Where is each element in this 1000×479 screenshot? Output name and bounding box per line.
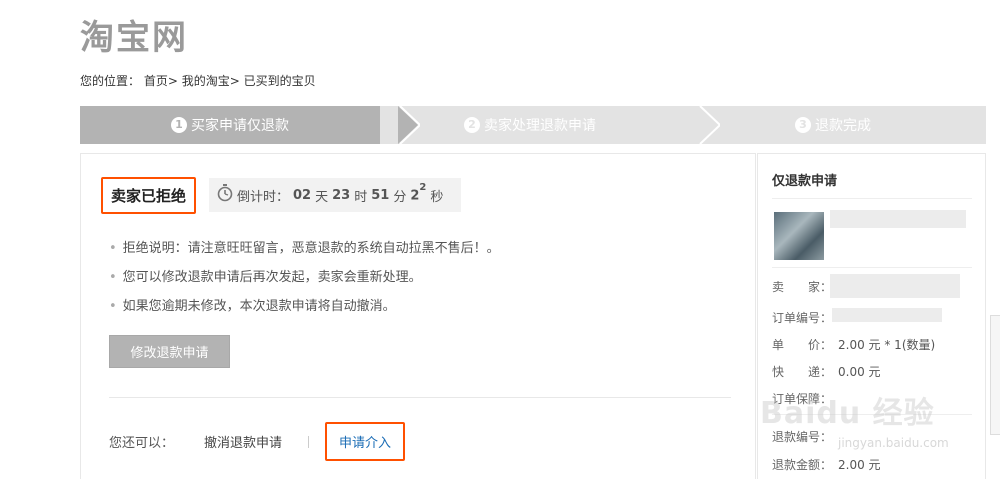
seller-name-redacted[interactable] [830, 274, 960, 298]
cancel-refund-link[interactable]: 撤消退款申请 [204, 432, 282, 451]
refund-amount-label: 退款金额： [772, 458, 833, 472]
divider [772, 267, 972, 268]
price-row: 单 价： 2.00 元 * 1(数量) [772, 336, 935, 353]
refund-status-panel: 卖家已拒绝 倒计时： 02天 23时 51分 22秒 拒绝说明：请注意旺旺留言，… [80, 153, 756, 479]
baidu-watermark-url: jingyan.baidu.com [838, 436, 949, 450]
step-label-3: 退款完成 [815, 118, 871, 134]
stopwatch-icon [217, 184, 233, 206]
modify-refund-button[interactable]: 修改退款申请 [109, 335, 230, 368]
side-tab-partial[interactable] [990, 315, 1000, 435]
breadcrumb-sep: > [229, 74, 244, 88]
note-modify-hint: 您可以修改退款申请后再次发起，卖家会重新处理。 [109, 263, 500, 292]
note-expiry-hint: 如果您逾期未修改，本次退款申请将自动撤消。 [109, 292, 500, 321]
breadcrumb-sep: > [167, 74, 182, 88]
minutes-unit: 分 [393, 189, 407, 205]
request-intervention-link[interactable]: 申请介入 [325, 422, 406, 461]
days-unit: 天 [315, 189, 329, 205]
actions-label: 您还可以： [109, 436, 175, 451]
refund-no-label: 退款编号： [772, 430, 833, 444]
note-reject-reason: 拒绝说明：请注意旺旺留言，恶意退款的系统自动拉黑不售后！。 [109, 234, 500, 263]
breadcrumb-my-taobao[interactable]: 我的淘宝 [182, 74, 230, 88]
breadcrumb-home[interactable]: 首页 [144, 74, 168, 88]
shipping-label: 快 递： [772, 365, 833, 379]
step-request-refund: 1 买家申请仅退款 [80, 106, 420, 144]
shipping-value: 0.00 元 [838, 365, 881, 379]
price-value: 2.00 元 * 1(数量) [838, 338, 936, 352]
hours-unit: 时 [354, 189, 368, 205]
step-seller-processing: 2 卖家处理退款申请 [380, 106, 720, 144]
order-no-redacted [832, 308, 942, 322]
step-refund-complete: 3 退款完成 [680, 106, 986, 144]
divider [109, 397, 731, 398]
shipping-row: 快 递： 0.00 元 [772, 363, 881, 380]
breadcrumb: 您的位置： 首页> 我的淘宝> 已买到的宝贝 [80, 72, 316, 89]
seconds-unit: 秒 [430, 189, 444, 205]
progress-steps: 1 买家申请仅退款 2 卖家处理退款申请 3 退款完成 [80, 106, 986, 144]
step-number-2: 2 [464, 117, 480, 133]
sidebar-title: 仅退款申请 [772, 174, 838, 189]
step-label-1: 买家申请仅退款 [191, 118, 289, 134]
separator [308, 435, 310, 448]
order-no-row: 订单编号： [772, 309, 832, 326]
refund-amount-value: 2.00 元 [838, 458, 881, 472]
countdown-seconds: 22 [410, 182, 426, 203]
step-number-3: 3 [795, 117, 811, 133]
taobao-logo[interactable]: 淘宝网 [80, 10, 188, 59]
refund-notes: 拒绝说明：请注意旺旺留言，恶意退款的系统自动拉黑不售后！。 您可以修改退款申请后… [109, 234, 500, 321]
seller-row: 卖 家： [772, 278, 832, 295]
seconds-sup: 2 [419, 182, 427, 194]
price-label: 单 价： [772, 338, 833, 352]
step-label-2: 卖家处理退款申请 [484, 118, 596, 134]
order-no-label: 订单编号： [772, 311, 833, 325]
refund-amount-row: 退款金额： 2.00 元 [772, 456, 881, 473]
countdown: 倒计时： 02 天 23 时 51 分 22 秒 [209, 178, 461, 212]
product-title-redacted[interactable] [830, 210, 966, 228]
breadcrumb-prefix: 您的位置： [80, 74, 141, 88]
countdown-days: 02 [293, 187, 312, 203]
step-number-1: 1 [171, 117, 187, 133]
product-thumbnail[interactable] [774, 212, 824, 260]
baidu-watermark: Baidu 经验 [760, 396, 935, 431]
breadcrumb-bought-items[interactable]: 已买到的宝贝 [244, 74, 316, 88]
countdown-label: 倒计时： [237, 189, 290, 205]
status-title: 卖家已拒绝 [101, 177, 197, 214]
more-actions: 您还可以： 撤消退款申请 申请介入 [109, 422, 406, 461]
countdown-hours: 23 [332, 187, 351, 203]
divider [772, 198, 972, 199]
countdown-minutes: 51 [371, 187, 390, 203]
seller-label: 卖 家： [772, 280, 833, 294]
